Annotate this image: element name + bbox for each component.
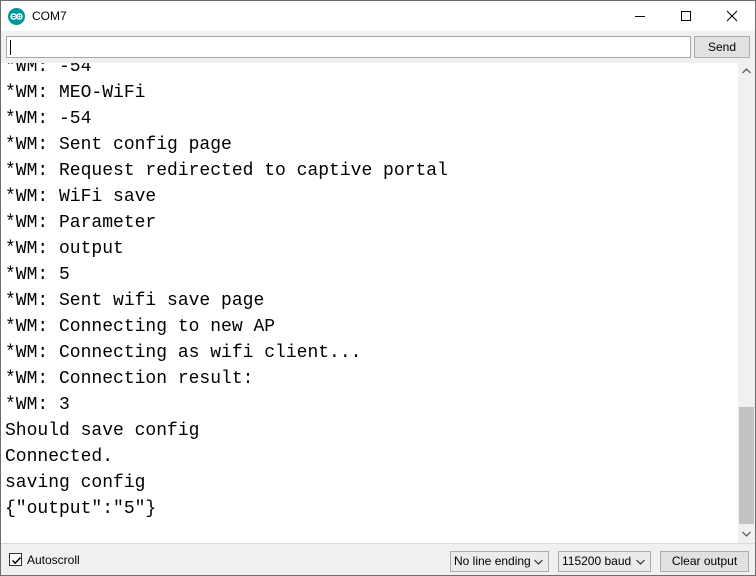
output-line: *WM: Sent config page	[5, 135, 232, 155]
line-ending-value: No line ending	[454, 554, 531, 568]
scroll-down-button[interactable]	[738, 526, 755, 543]
output-line: saving config	[5, 473, 146, 493]
maximize-icon	[681, 11, 691, 21]
title-bar[interactable]: COM7	[1, 1, 755, 31]
clear-output-button[interactable]: Clear output	[660, 551, 749, 572]
output-line: *WM: output	[5, 239, 124, 259]
close-icon	[726, 10, 738, 22]
output-line: *WM: WiFi save	[5, 187, 157, 207]
autoscroll-label: Autoscroll	[27, 553, 80, 567]
text-caret	[10, 40, 11, 55]
baud-rate-select[interactable]: 115200 baud	[558, 551, 651, 572]
chevron-up-icon	[742, 68, 751, 74]
minimize-icon	[635, 16, 645, 17]
chevron-down-icon	[534, 559, 543, 565]
bottom-bar: Autoscroll No line ending 115200 baud Cl…	[1, 543, 755, 575]
output-line: Connected.	[5, 447, 114, 467]
maximize-button[interactable]	[663, 1, 709, 31]
vertical-scrollbar[interactable]	[738, 63, 755, 543]
output-line: *WM: 5	[5, 265, 70, 285]
line-ending-select[interactable]: No line ending	[450, 551, 549, 572]
close-button[interactable]	[709, 1, 755, 31]
output-line: *WM: Connecting to new AP	[5, 317, 276, 337]
send-button[interactable]: Send	[694, 36, 750, 58]
output-line: *WM: -54	[5, 63, 92, 77]
chevron-down-icon	[636, 559, 645, 565]
output-line: *WM: 3	[5, 395, 70, 415]
send-row: Send	[1, 31, 755, 63]
scrollbar-thumb[interactable]	[739, 407, 754, 524]
output-line: *WM: Connection result:	[5, 369, 254, 389]
baud-rate-value: 115200 baud	[562, 554, 632, 568]
serial-input[interactable]	[6, 36, 691, 58]
serial-output[interactable]: *WM: -54 *WM: MEO-WiFi *WM: -54 *WM: Sent c…	[1, 63, 738, 543]
serial-monitor-window: COM7 Send *WM: -54 *WM: MEO-WiFi *WM: -54 *…	[0, 0, 756, 576]
output-line: Should save config	[5, 421, 200, 441]
output-line: *WM: Parameter	[5, 213, 157, 233]
output-lines: *WM: -54 *WM: MEO-WiFi *WM: -54 *WM: Sent c…	[5, 63, 448, 522]
autoscroll-checkbox[interactable]	[9, 553, 22, 566]
output-line: *WM: MEO-WiFi	[5, 83, 146, 103]
checkmark-icon	[11, 556, 22, 565]
scroll-up-button[interactable]	[738, 63, 755, 80]
window-title: COM7	[32, 9, 67, 23]
arduino-logo-icon	[8, 8, 25, 25]
output-line: *WM: -54	[5, 109, 92, 129]
output-line: {"output":"5"}	[5, 499, 157, 519]
output-line: *WM: Connecting as wifi client...	[5, 343, 362, 363]
minimize-button[interactable]	[617, 1, 663, 31]
output-line: *WM: Sent wifi save page	[5, 291, 265, 311]
output-line: *WM: Request redirected to captive porta…	[5, 161, 448, 181]
chevron-down-icon	[742, 531, 751, 537]
